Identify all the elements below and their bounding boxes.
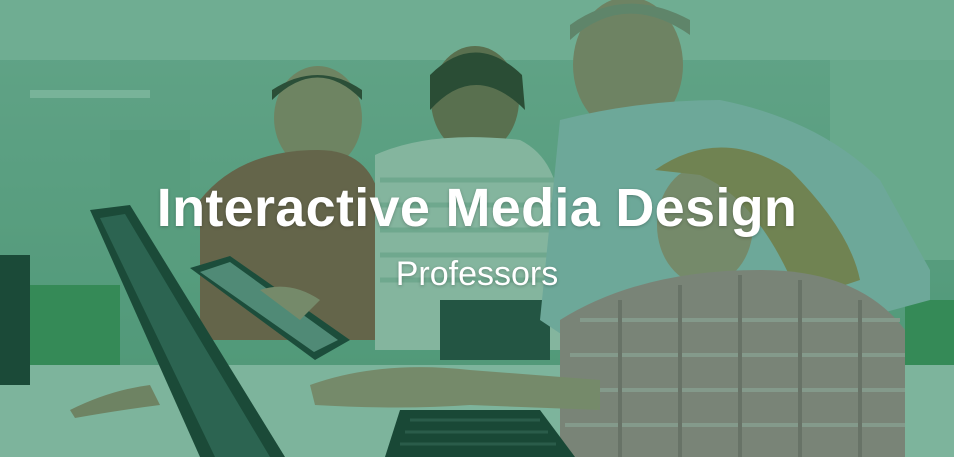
banner-text: Interactive Media Design Professors (0, 176, 954, 294)
page-title: Interactive Media Design (156, 178, 798, 238)
hero-banner: Interactive Media Design Professors (0, 0, 954, 457)
page-subtitle: Professors (395, 255, 559, 293)
